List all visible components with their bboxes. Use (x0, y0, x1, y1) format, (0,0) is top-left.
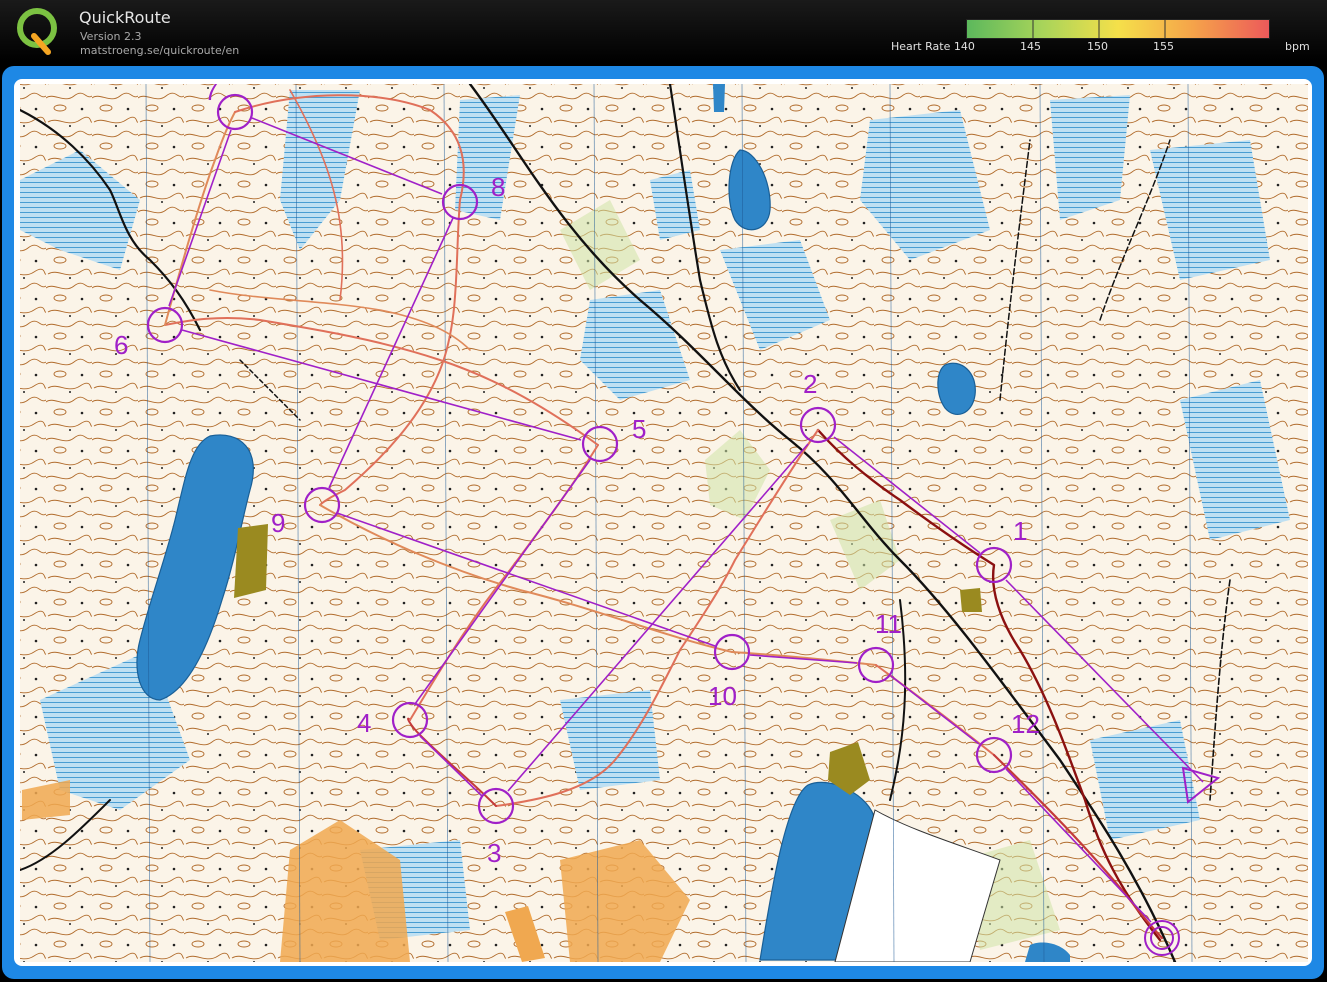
app-url[interactable]: matstroeng.se/quickroute/en (80, 44, 239, 57)
control-1-label: 1 (1013, 516, 1027, 546)
app-version: Version 2.3 (80, 30, 142, 43)
hr-tick-155: 155 (1153, 40, 1174, 53)
control-7-label: 7 (204, 84, 218, 106)
heart-rate-label: Heart Rate 140 (891, 40, 975, 53)
quickroute-logo-icon (17, 8, 57, 55)
control-2-label: 2 (803, 369, 817, 399)
heart-rate-color-scale (966, 19, 1270, 39)
app-header: QuickRoute Version 2.3 matstroeng.se/qui… (0, 0, 1327, 62)
control-9-label: 9 (271, 508, 285, 538)
hr-tick-150: 150 (1087, 40, 1108, 53)
control-3-label: 3 (487, 838, 501, 868)
control-4-label: 4 (357, 708, 371, 738)
control-10-label: 10 (708, 681, 737, 711)
control-12-label: 12 (1011, 709, 1040, 739)
control-5-label: 5 (632, 414, 646, 444)
control-11-label: 11 (875, 609, 902, 639)
app-title: QuickRoute (79, 8, 171, 27)
control-6-label: 6 (114, 330, 128, 360)
control-8-label: 8 (491, 172, 505, 202)
hr-tick-140: 140 (953, 40, 975, 53)
hr-unit: bpm (1285, 40, 1310, 53)
hr-tick-145: 145 (1020, 40, 1041, 53)
orienteering-map[interactable]: 1 2 3 4 5 6 7 8 9 10 11 12 (20, 84, 1308, 962)
